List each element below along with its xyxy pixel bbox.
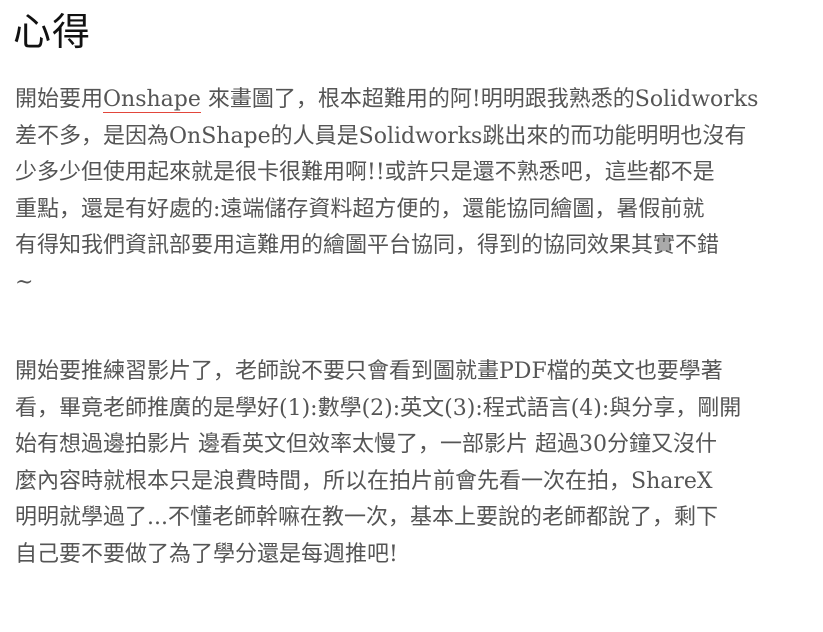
paragraph-line: 少多少但使用起來就是很卡很難用啊!!或許只是還不熟悉吧，這些都不是 <box>15 160 715 186</box>
paragraph-line: 看，畢竟老師推廣的是學好(1):數學(2):英文(3):程式語言(4):與分享，… <box>15 395 742 421</box>
text-segment: 來畫圖了，根本超難用的阿!明明跟我熟悉的Solidworks <box>200 87 759 112</box>
paragraph-line: 有得知我們資訊部要用這難用的繪圖平台協同，得到的協同效果其實不錯 <box>15 233 720 259</box>
page-title: 心得 <box>13 10 92 54</box>
paragraph-line: 差不多，是因為OnShape的人員是Solidworks跳出來的而功能明明也沒有 <box>15 123 747 149</box>
paragraph-line: ~ <box>15 269 34 295</box>
onshape-link[interactable]: Onshape <box>103 87 201 113</box>
paragraph-line: 麼內容時就根本只是浪費時間，所以在拍片前會先看一次在拍，ShareX <box>15 468 713 494</box>
paragraph-line: 自己要不要做了為了學分還是每週推吧! <box>15 541 398 567</box>
article-paragraph-2: 開始要推練習影片了，老師說不要只會看到圖就畫PDF檔的英文也要學著 看，畢竟老師… <box>15 354 815 574</box>
text-segment: 開始要用 <box>15 87 104 112</box>
paragraph-line: 開始要用Onshape 來畫圖了，根本超難用的阿!明明跟我熟悉的Solidwor… <box>15 82 815 119</box>
paragraph-line: 開始要推練習影片了，老師說不要只會看到圖就畫PDF檔的英文也要學著 <box>15 359 723 384</box>
article-paragraph-1: 開始要用Onshape 來畫圖了，根本超難用的阿!明明跟我熟悉的Solidwor… <box>15 82 815 302</box>
paragraph-line: 始有想過邊拍影片 邊看英文但效率太慢了，一部影片 超過30分鐘又沒什 <box>15 432 717 458</box>
paragraph-line: 明明就學過了...不懂老師幹嘛在教一次，基本上要說的老師都說了，剩下 <box>15 505 718 531</box>
paragraph-line: 重點，還是有好處的:遠端儲存資料超方便的，還能協同繪圖，暑假前就 <box>15 196 705 222</box>
